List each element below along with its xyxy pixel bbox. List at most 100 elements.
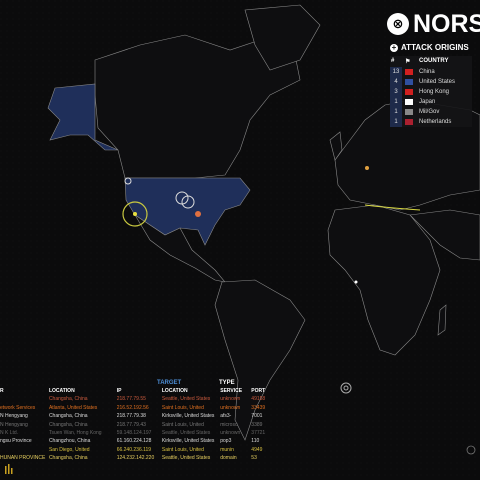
origin-count: 3 <box>390 87 402 97</box>
country-flag-icon <box>404 97 416 107</box>
origin-country[interactable]: Netherlands <box>418 117 472 127</box>
live-attacks-table: R LOCATION IP LOCATION SERVICE PORT Chan… <box>0 380 272 464</box>
attack-org: N Hengyang <box>0 413 28 420</box>
attack-org: ngsu Province <box>0 438 32 445</box>
col-header-service: SERVICE <box>220 388 243 394</box>
flag-swatch <box>405 69 413 75</box>
attack-row: etwork Services Atlanta, United States 216… <box>0 405 272 413</box>
attack-ip: 218.77.79.38 <box>116 413 146 420</box>
attack-service: munin <box>220 446 234 453</box>
attack-point <box>365 166 369 170</box>
attack-service: pop3 <box>220 438 232 445</box>
attack-origins-panel: + ATTACK ORIGINS # ⚑ COUNTRY 13 China 4 Uni… <box>390 43 472 127</box>
attack-row: Changsha, China 218.77.79.55 Seattle, Unit… <box>0 396 272 404</box>
col-header-location: LOCATION <box>48 388 75 394</box>
col-header-org: R <box>0 388 4 394</box>
attack-service: unknown <box>220 404 241 411</box>
attack-service: unknown <box>220 429 241 436</box>
plus-icon[interactable]: + <box>390 43 398 52</box>
attack-location: Changsha, China <box>48 455 88 462</box>
attack-org: N Hengyang <box>0 421 28 428</box>
attack-point <box>354 280 358 284</box>
attack-target-location: Saint Louis, United <box>161 421 204 428</box>
flag-swatch <box>405 109 413 115</box>
attack-location: Changzhou, China <box>48 438 91 445</box>
attack-service: unknown <box>220 396 241 403</box>
origin-country[interactable]: Hong Kong <box>418 87 472 97</box>
attack-ip: 218.77.79.43 <box>116 421 146 428</box>
attack-service: domain <box>220 455 237 462</box>
attack-location: Atlanta, United States <box>48 404 98 411</box>
attack-ip: 124.232.142.220 <box>116 455 155 462</box>
country-flag-icon <box>404 77 416 87</box>
attack-location: Changsha, China <box>48 396 88 403</box>
country-flag-icon <box>404 107 416 117</box>
attack-point <box>195 211 201 217</box>
attack-org: N K Ltd. <box>0 429 19 436</box>
attack-service: microso <box>220 421 238 428</box>
attack-port: 4949 <box>251 446 263 453</box>
flag-swatch <box>405 79 413 85</box>
attack-port: 110 <box>251 438 260 445</box>
corner-globe-icon[interactable] <box>466 445 476 455</box>
attack-origins-header[interactable]: + ATTACK ORIGINS <box>390 43 472 52</box>
attack-port: 33439 <box>251 404 266 411</box>
flag-header-icon: ⚑ <box>405 59 411 65</box>
attack-location: Changsha, China <box>48 421 88 428</box>
origin-count: 1 <box>390 107 402 117</box>
country-header: COUNTRY <box>419 58 449 64</box>
attack-row: HUNAN PROVINCE Changsha, China 124.232.142… <box>0 455 272 463</box>
flag-swatch <box>405 99 413 105</box>
volume-bars-icon[interactable] <box>4 462 14 474</box>
flag-swatch <box>405 89 413 95</box>
type-label: TYPE <box>219 380 235 386</box>
attack-row: ngsu Province Changzhou, China 61.160.224.… <box>0 438 272 446</box>
attack-point <box>133 212 137 216</box>
country-flag-icon <box>404 117 416 127</box>
attack-target-location: Saint Louis, United <box>161 446 204 453</box>
target-scan-icon[interactable] <box>340 382 352 394</box>
col-header-ip: IP <box>116 388 122 394</box>
attack-target-location: Kirksville, United States <box>161 438 215 445</box>
attack-port: 37721 <box>251 429 266 436</box>
attack-ip: 61.160.224.128 <box>116 438 152 445</box>
flag-swatch <box>405 119 413 125</box>
attack-target-location: Seattle, United States <box>161 455 211 462</box>
origin-count: 1 <box>390 97 402 107</box>
attack-port: 3389 <box>251 421 263 428</box>
attack-ip: 66.240.236.119 <box>116 446 152 453</box>
attack-origins-table: # ⚑ COUNTRY 13 China 4 United States 3 Hong K… <box>390 56 472 127</box>
origin-count: 4 <box>390 77 402 87</box>
origin-country[interactable]: United States <box>418 77 472 87</box>
attack-row: N K Ltd. Tsuen Wan, Hong Kong 59.148.124.1… <box>0 430 272 438</box>
origin-country[interactable]: China <box>418 67 472 77</box>
attack-port: 7001 <box>251 413 263 420</box>
logo-mark-icon: ⊗ <box>387 13 409 35</box>
attack-row: N Hengyang Changsha, China 218.77.79.38 Kir… <box>0 413 272 421</box>
attack-target-location: Saint Louis, United <box>161 404 204 411</box>
country-flag-icon <box>404 67 416 77</box>
origin-country[interactable]: Japan <box>418 97 472 107</box>
attack-row: San Diego, United 66.240.236.119 Saint Lou… <box>0 447 272 455</box>
country-flag-icon <box>404 87 416 97</box>
attack-location: Changsha, China <box>48 413 88 420</box>
attack-target-location: Seattle, United States <box>161 429 211 436</box>
attack-location: San Diego, United <box>48 446 90 453</box>
attack-ip: 216.52.192.56 <box>116 404 149 411</box>
attack-org <box>0 396 49 404</box>
origin-count: 1 <box>390 117 402 127</box>
attack-ip: 218.77.79.55 <box>116 396 146 403</box>
attack-org: etwork Services <box>0 404 36 411</box>
norse-logo: ⊗ NORSE <box>387 10 480 38</box>
attack-service: afs3- <box>220 413 232 420</box>
attack-target-location: Kirksville, United States <box>161 413 215 420</box>
origin-country[interactable]: Mil/Gov <box>418 107 472 117</box>
target-label: TARGET <box>157 380 182 386</box>
attack-location: Tsuen Wan, Hong Kong <box>48 429 102 436</box>
attack-port: 49158 <box>251 396 266 403</box>
attack-target-location: Seattle, United States <box>161 396 211 403</box>
origin-count: 13 <box>390 67 402 77</box>
logo-text: NORSE <box>413 10 480 38</box>
attack-port: 53 <box>251 455 257 462</box>
attack-origins-title: ATTACK ORIGINS <box>401 43 469 52</box>
